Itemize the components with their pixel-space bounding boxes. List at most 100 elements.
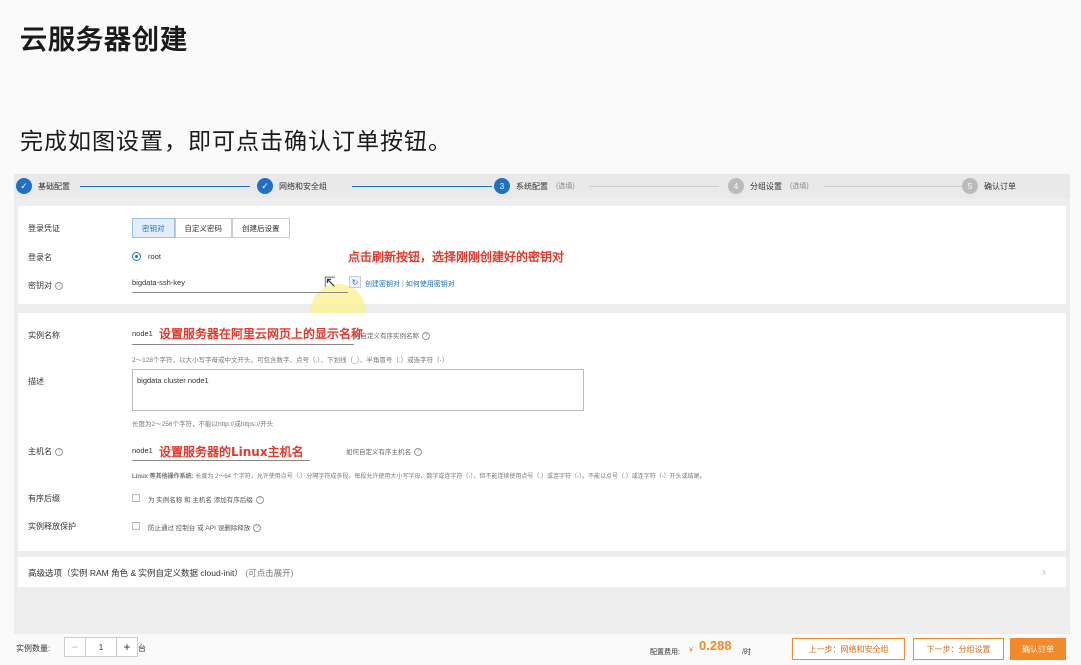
help-icon[interactable]: ? bbox=[55, 447, 63, 456]
slide-subtitle: 完成如图设置，即可点击确认订单按钮。 bbox=[20, 129, 452, 155]
quantity-unit: 台 bbox=[138, 644, 146, 653]
hostname-help[interactable]: 如何自定义有序主机名? bbox=[346, 446, 422, 457]
how-to-use-link[interactable]: 如何使用密钥对 bbox=[406, 281, 455, 288]
keypair-annotation: 点击刷新按钮，选择刚刚创建好的密钥对 bbox=[348, 250, 565, 264]
release-protection-label: 实例释放保护 bbox=[28, 522, 76, 531]
instance-name-rule: 2～128个字符，以大小写字母或中文开头，可包含数字、点号（.）、下划线（_）、… bbox=[132, 357, 449, 364]
advanced-options-row[interactable]: 高级选项（实例 RAM 角色 & 实例自定义数据 cloud-init） (可点… bbox=[18, 557, 1066, 587]
step-connector bbox=[80, 186, 250, 187]
step-optional: (选填) bbox=[790, 183, 809, 190]
release-protection-checkbox[interactable] bbox=[132, 522, 140, 530]
slide-title: 云服务器创建 bbox=[20, 25, 188, 56]
advanced-options-hint: (可点击展开) bbox=[245, 568, 294, 578]
create-keypair-text[interactable]: 创建密钥对 bbox=[365, 281, 400, 288]
console-screenshot: ✓ 基础配置 ✓ 网络和安全组 3 系统配置 (选填) 4 分组设置 (选填) … bbox=[14, 174, 1070, 665]
price-unit: /时 bbox=[742, 649, 751, 656]
help-icon[interactable]: ? bbox=[255, 496, 264, 505]
suffix-checkbox[interactable] bbox=[132, 494, 140, 502]
hostname-input[interactable]: node1 bbox=[132, 446, 153, 455]
help-icon[interactable]: ? bbox=[414, 448, 422, 457]
refresh-icon[interactable]: ↻ bbox=[349, 276, 361, 288]
step-optional: (选填) bbox=[556, 183, 575, 190]
link-separator: | bbox=[401, 281, 404, 288]
instance-name-help[interactable]: 何自定义有序实例名称? bbox=[354, 330, 430, 341]
instance-name-underline bbox=[132, 344, 354, 345]
check-icon: ✓ bbox=[257, 178, 273, 194]
hostname-label-text: 主机名 bbox=[28, 447, 52, 456]
hostname-rule-text: 长度为 2～64 个字符，允许使用点号（.）分隔字符成多段，每段允许使用大小写字… bbox=[195, 474, 706, 480]
step-confirm-order[interactable]: 5 确认订单 bbox=[962, 178, 1016, 194]
step-number: 4 bbox=[728, 178, 744, 194]
hostname-label: 主机名? bbox=[28, 446, 63, 457]
credential-label: 登录凭证 bbox=[28, 224, 60, 233]
suffix-text: 为 实例名称 和 主机名 添加有序后缀? bbox=[148, 494, 264, 505]
help-icon[interactable]: ? bbox=[422, 332, 430, 341]
step-group-settings[interactable]: 4 分组设置 (选填) bbox=[728, 178, 809, 194]
confirm-order-button[interactable]: 确认订单 bbox=[1010, 638, 1066, 660]
instance-name-annotation: 设置服务器在阿里云网页上的显示名称 bbox=[159, 327, 364, 341]
order-footer: 实例数量: − 1 + 台 配置费用: ¥ 0.288 /时 上一步：网络和安全… bbox=[14, 634, 1070, 665]
instance-name-input[interactable]: node1 bbox=[132, 329, 153, 338]
tab-keypair[interactable]: 密钥对 bbox=[132, 218, 175, 238]
keypair-label-text: 密钥对 bbox=[28, 281, 52, 290]
instance-name-help-text[interactable]: 何自定义有序实例名称 bbox=[354, 333, 419, 340]
check-icon: ✓ bbox=[16, 178, 32, 194]
step-progress-bar: ✓ 基础配置 ✓ 网络和安全组 3 系统配置 (选填) 4 分组设置 (选填) … bbox=[14, 174, 1070, 198]
hostname-annotation: 设置服务器的Linux主机名 bbox=[159, 445, 304, 459]
step-label: 网络和安全组 bbox=[279, 181, 327, 191]
chevron-right-icon[interactable]: › bbox=[1042, 565, 1046, 579]
step-connector bbox=[824, 186, 964, 187]
instance-name-label: 实例名称 bbox=[28, 331, 60, 340]
tab-custom-password[interactable]: 自定义密码 bbox=[174, 218, 232, 238]
description-label: 描述 bbox=[28, 377, 44, 386]
step-label: 系统配置 bbox=[516, 181, 548, 191]
step-basic-config[interactable]: ✓ 基础配置 bbox=[16, 178, 70, 194]
username-label: 登录名 bbox=[28, 253, 52, 262]
suffix-label: 有序后缀 bbox=[28, 494, 60, 503]
username-value: root bbox=[148, 252, 161, 261]
description-textarea[interactable]: bigdata cluster node1 bbox=[132, 369, 584, 411]
step-system-config[interactable]: 3 系统配置 (选填) bbox=[494, 178, 575, 194]
help-icon[interactable]: ? bbox=[55, 281, 63, 290]
advanced-options-label[interactable]: 高级选项（实例 RAM 角色 & 实例自定义数据 cloud-init） (可点… bbox=[28, 567, 293, 579]
step-number: 5 bbox=[962, 178, 978, 194]
login-card: 登录凭证 密钥对 自定义密码 创建后设置 登录名 root 密钥对? bigda… bbox=[18, 206, 1066, 340]
root-radio[interactable] bbox=[132, 252, 141, 261]
keypair-label: 密钥对? bbox=[28, 280, 63, 291]
slide: 云服务器创建 完成如图设置，即可点击确认订单按钮。 ✓ 基础配置 ✓ 网络和安全… bbox=[0, 0, 1081, 665]
cost-label: 配置费用: bbox=[650, 649, 680, 656]
mouse-cursor-icon: ⇱ bbox=[324, 274, 336, 290]
quantity-stepper[interactable]: − 1 + bbox=[64, 637, 138, 657]
instance-card: 实例名称 node1 设置服务器在阿里云网页上的显示名称 何自定义有序实例名称?… bbox=[18, 313, 1066, 551]
quantity-value[interactable]: 1 bbox=[85, 638, 117, 656]
step-label: 基础配置 bbox=[38, 181, 70, 191]
minus-icon[interactable]: − bbox=[65, 638, 85, 656]
plus-icon[interactable]: + bbox=[117, 638, 137, 656]
currency-symbol: ¥ bbox=[689, 647, 693, 654]
prev-step-button[interactable]: 上一步：网络和安全组 bbox=[792, 638, 905, 660]
price-value: 0.288 bbox=[699, 638, 732, 653]
description-rule: 长度为2～256个字符，不能以http://或https://开头 bbox=[132, 421, 274, 428]
hostname-rule-os: Linux 等其他操作系统: bbox=[132, 474, 194, 480]
step-connector bbox=[352, 186, 492, 187]
keypair-select-underline bbox=[132, 292, 348, 293]
hostname-rule: Linux 等其他操作系统: 长度为 2～64 个字符，允许使用点号（.）分隔字… bbox=[132, 471, 706, 480]
step-connector bbox=[589, 186, 719, 187]
hostname-help-text[interactable]: 如何自定义有序主机名 bbox=[346, 449, 411, 456]
suffix-text-label: 为 实例名称 和 主机名 添加有序后缀 bbox=[148, 497, 253, 504]
help-icon[interactable]: ? bbox=[253, 524, 262, 533]
keypair-select[interactable]: bigdata-ssh-key bbox=[132, 278, 185, 287]
step-number: 3 bbox=[494, 178, 510, 194]
advanced-options-text[interactable]: 高级选项（实例 RAM 角色 & 实例自定义数据 cloud-init） bbox=[28, 568, 243, 578]
quantity-label: 实例数量: bbox=[16, 644, 51, 653]
step-label: 确认订单 bbox=[984, 181, 1016, 191]
hostname-underline bbox=[132, 460, 310, 461]
release-protection-text-label: 防止通过 控制台 或 API 误删除释放 bbox=[148, 525, 251, 532]
credential-tabs: 密钥对 自定义密码 创建后设置 bbox=[132, 218, 290, 238]
step-label: 分组设置 bbox=[750, 181, 782, 191]
next-step-button[interactable]: 下一步：分组设置 bbox=[913, 638, 1004, 660]
release-protection-text: 防止通过 控制台 或 API 误删除释放? bbox=[148, 522, 262, 533]
step-network-security[interactable]: ✓ 网络和安全组 bbox=[257, 178, 327, 194]
create-keypair-link[interactable]: 创建密钥对 | 如何使用密钥对 bbox=[365, 279, 455, 289]
tab-set-later[interactable]: 创建后设置 bbox=[232, 218, 290, 238]
